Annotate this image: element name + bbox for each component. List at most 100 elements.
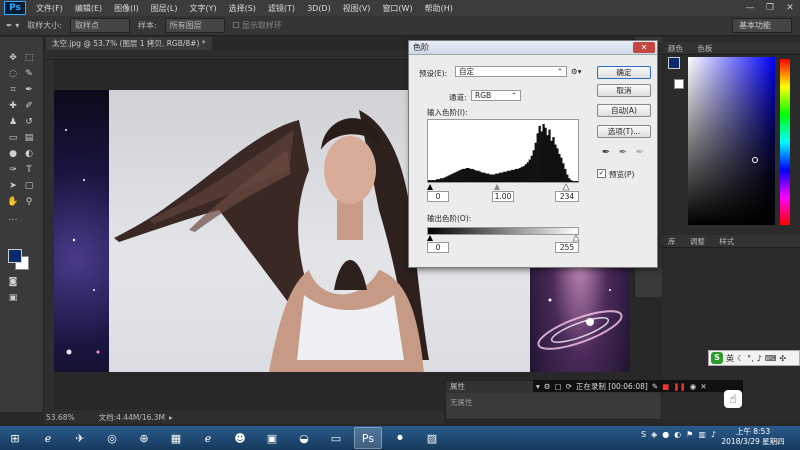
eraser-tool-icon[interactable]: ▭ bbox=[6, 131, 20, 145]
black-eyedropper-icon[interactable]: ✒ bbox=[601, 147, 611, 159]
menu-3d[interactable]: 3D(D) bbox=[301, 4, 337, 13]
move-tool-icon[interactable]: ✥ bbox=[6, 51, 20, 65]
ime-mic-icon[interactable]: ♪ bbox=[757, 354, 762, 363]
minimize-icon[interactable]: — bbox=[740, 0, 760, 16]
qq-icon[interactable]: ☻ bbox=[226, 427, 254, 449]
dodge-tool-icon[interactable]: ◐ bbox=[22, 147, 36, 161]
workspace-select[interactable]: 基本功能 bbox=[732, 18, 792, 33]
status-arrow-icon[interactable]: ▸ bbox=[169, 413, 173, 422]
ime-moon-icon[interactable]: ☾ bbox=[737, 354, 744, 363]
healing-tool-icon[interactable]: ✚ bbox=[6, 99, 20, 113]
auto-button[interactable]: 自动(A) bbox=[597, 104, 651, 117]
tab-swatches[interactable]: 色板 bbox=[697, 44, 712, 53]
ime-tools-icon[interactable]: ✣ bbox=[779, 354, 786, 363]
ime-keyboard-icon[interactable]: ⌨ bbox=[765, 354, 777, 363]
menu-help[interactable]: 帮助(H) bbox=[419, 3, 459, 14]
browser-icon[interactable]: ◎ bbox=[98, 427, 126, 449]
lasso-tool-icon[interactable]: ◌ bbox=[6, 67, 20, 81]
color-panel-foreground[interactable] bbox=[668, 57, 680, 69]
preview-checkbox[interactable]: ✓ bbox=[597, 169, 606, 178]
dialog-title[interactable]: 色阶 bbox=[409, 41, 657, 55]
recorder-refresh-icon[interactable]: ⟳ bbox=[566, 382, 572, 391]
image-app-icon[interactable]: ▨ bbox=[418, 427, 446, 449]
metro-icon[interactable]: ▦ bbox=[162, 427, 190, 449]
quick-select-tool-icon[interactable]: ✎ bbox=[22, 67, 36, 81]
ime-mode[interactable]: 英 bbox=[726, 353, 734, 364]
preset-options-icon[interactable]: ⚙▾ bbox=[571, 67, 582, 76]
photoshop-taskbar-icon[interactable]: Ps bbox=[354, 427, 382, 449]
tray-network-icon[interactable]: ▥ bbox=[698, 430, 706, 439]
tab-color[interactable]: 颜色 bbox=[668, 44, 683, 53]
output-white-field[interactable]: 255 bbox=[555, 242, 579, 253]
dialog-close-icon[interactable]: ✕ bbox=[633, 42, 655, 53]
history-brush-tool-icon[interactable]: ↺ bbox=[22, 115, 36, 129]
cancel-button[interactable]: 取消 bbox=[597, 84, 651, 97]
shape-tool-icon[interactable]: ▢ bbox=[22, 179, 36, 193]
path-select-tool-icon[interactable]: ➤ bbox=[6, 179, 20, 193]
crop-tool-icon[interactable]: ⌗ bbox=[6, 83, 20, 97]
more-tools-icon[interactable]: … bbox=[6, 211, 20, 225]
channel-select[interactable]: RGB ⌃ bbox=[471, 90, 521, 101]
input-white-field[interactable]: 234 bbox=[555, 191, 579, 202]
gamma-slider[interactable] bbox=[494, 184, 500, 190]
foreground-color-swatch[interactable] bbox=[8, 249, 22, 263]
marquee-tool-icon[interactable]: ⬚ bbox=[22, 51, 36, 65]
menu-type[interactable]: 文字(Y) bbox=[183, 3, 222, 14]
tray-volume-icon[interactable]: ♪ bbox=[711, 430, 716, 439]
recorder-stop-icon[interactable]: ■ bbox=[662, 382, 669, 391]
sample-size-select[interactable]: 取样点 bbox=[69, 18, 130, 33]
eyedropper-tool-icon[interactable]: ✒ bbox=[22, 83, 36, 97]
pen-tool-icon[interactable]: ✑ bbox=[6, 163, 20, 177]
tray-app-icon[interactable]: ◐ bbox=[674, 430, 681, 439]
tray-flag-icon[interactable]: ⚑ bbox=[686, 430, 693, 439]
options-button[interactable]: 选项(T)... bbox=[597, 125, 651, 138]
messenger-icon[interactable]: ✈ bbox=[66, 427, 94, 449]
type-tool-icon[interactable]: T bbox=[22, 163, 36, 177]
ie-icon[interactable]: ℯ bbox=[34, 427, 62, 449]
ok-button[interactable]: 确定 bbox=[597, 66, 651, 79]
zoom-tool-icon[interactable]: ⚲ bbox=[22, 195, 36, 209]
quick-mask-icon[interactable]: ◙ bbox=[6, 275, 20, 289]
brush-tool-icon[interactable]: ✐ bbox=[22, 99, 36, 113]
gray-eyedropper-icon[interactable]: ✒ bbox=[618, 147, 628, 159]
gradient-tool-icon[interactable]: ▤ bbox=[22, 131, 36, 145]
recorder-settings-icon[interactable]: ⚙ bbox=[544, 382, 551, 391]
blur-tool-icon[interactable]: ● bbox=[6, 147, 20, 161]
start-button-icon[interactable]: ⊞ bbox=[0, 427, 30, 449]
output-white-slider[interactable] bbox=[572, 235, 580, 242]
recorder-pen-icon[interactable]: ✎ bbox=[652, 382, 658, 391]
menu-image[interactable]: 图像(I) bbox=[108, 3, 145, 14]
recorder-camera-icon[interactable]: ◉ bbox=[690, 382, 697, 391]
show-ring-checkbox[interactable]: ☐ bbox=[233, 21, 240, 30]
recorder-close-icon[interactable]: ✕ bbox=[700, 382, 706, 391]
menu-file[interactable]: 文件(F) bbox=[30, 3, 69, 14]
recorder-menu-icon[interactable]: ▾ bbox=[536, 382, 540, 391]
black-point-slider[interactable] bbox=[427, 184, 433, 190]
ie-blue-icon[interactable]: ℯ bbox=[194, 427, 222, 449]
white-point-slider[interactable] bbox=[562, 183, 570, 191]
tab-adjustments[interactable]: 调整 bbox=[690, 237, 705, 246]
preset-select[interactable]: 自定 ⌃ bbox=[455, 66, 567, 77]
tab-styles[interactable]: 样式 bbox=[719, 237, 734, 246]
recorder-pause-icon[interactable]: ❚❚ bbox=[673, 382, 686, 391]
record-icon[interactable]: ⏺ bbox=[386, 427, 414, 449]
hue-slider[interactable] bbox=[780, 59, 790, 225]
menu-window[interactable]: 窗口(W) bbox=[376, 3, 418, 14]
sample-select[interactable]: 所有图层 bbox=[164, 18, 225, 33]
color-panel-background[interactable] bbox=[674, 79, 684, 89]
document-info[interactable]: 文档:4.44M/16.3M bbox=[99, 412, 165, 423]
stamp-tool-icon[interactable]: ♟ bbox=[6, 115, 20, 129]
folder-icon[interactable]: ▭ bbox=[322, 427, 350, 449]
output-black-field[interactable]: 0 bbox=[427, 242, 449, 253]
menu-layer[interactable]: 图层(L) bbox=[145, 3, 184, 14]
edge-icon[interactable]: ◒ bbox=[290, 427, 318, 449]
maximize-icon[interactable]: ❐ bbox=[760, 0, 780, 16]
hand-tool-icon[interactable]: ✋ bbox=[6, 195, 20, 209]
menu-view[interactable]: 视图(V) bbox=[337, 3, 377, 14]
menu-filter[interactable]: 滤镜(T) bbox=[262, 3, 301, 14]
close-icon[interactable]: ✕ bbox=[780, 0, 800, 16]
tray-sogou-icon[interactable]: S bbox=[641, 430, 646, 439]
screen-mode-icon[interactable]: ▣ bbox=[6, 291, 20, 305]
360-icon[interactable]: ⊕ bbox=[130, 427, 158, 449]
recorder-window-icon[interactable]: ▢ bbox=[555, 382, 562, 391]
